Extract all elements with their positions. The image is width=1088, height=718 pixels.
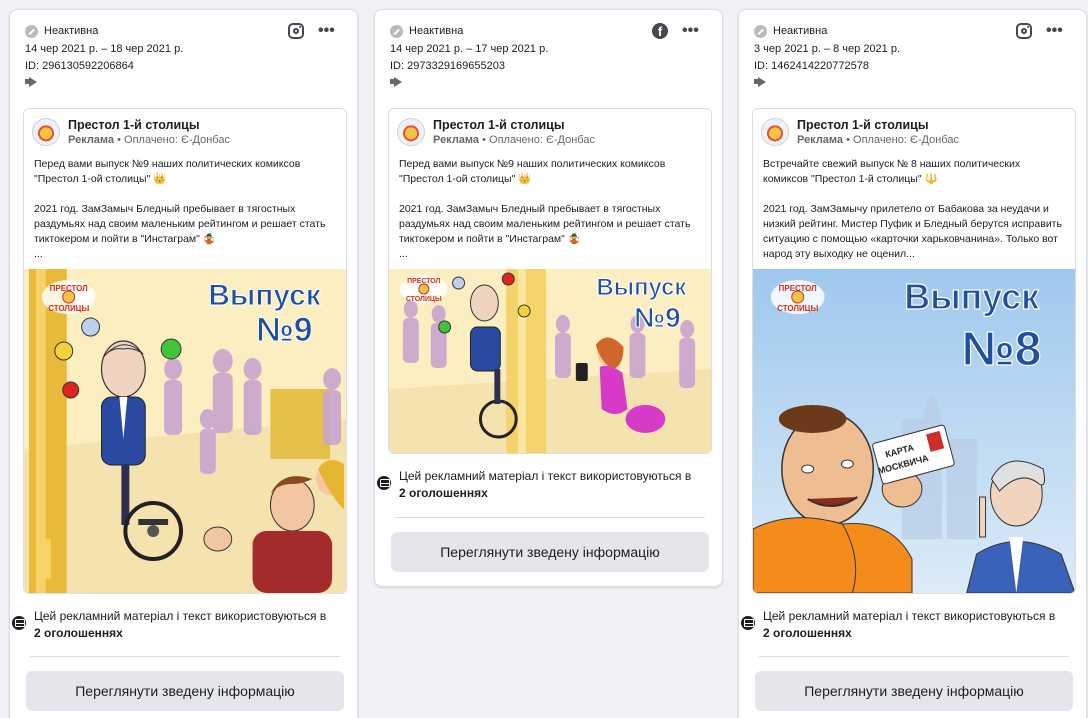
svg-text:СТОЛИЦЫ: СТОЛИЦЫ (406, 296, 442, 303)
sponsored-line: Реклама • Оплачено: Є-Донбас (797, 134, 959, 146)
inactive-icon (25, 24, 38, 38)
paid-by: Оплачено: Є-Донбас (124, 134, 230, 146)
run-dates: 3 чер 2021 р. – 8 чер 2021 р. (754, 43, 901, 55)
inactive-icon (390, 24, 403, 38)
ad-card-2: Неактивна 14 чер 2021 р. – 17 чер 2021 р… (374, 9, 723, 587)
ad-body-paragraph: Перед вами выпуск №9 наших политических … (34, 158, 326, 260)
stack-icon (12, 616, 26, 630)
card-actions: ••• (1016, 23, 1063, 39)
view-summary-button[interactable]: Переглянути зведену інформацію (391, 532, 709, 572)
sponsored-line: Реклама • Оплачено: Є-Донбас (433, 134, 595, 146)
creative-number: №9 (256, 311, 312, 349)
sponsored-label: Реклама (68, 134, 115, 146)
ad-card-3: Неактивна 3 чер 2021 р. – 8 чер 2021 р. … (738, 9, 1087, 718)
instagram-icon (288, 23, 304, 39)
page-name[interactable]: Престол 1-й столицы (797, 118, 959, 133)
creative-number: №9 (634, 302, 680, 333)
used-count[interactable]: 2 оголошеннях (34, 626, 123, 640)
paid-by: Оплачено: Є-Донбас (853, 134, 959, 146)
ad-id: ID: 2973329169655203 (390, 60, 505, 72)
ad-creative-image: ПРЕСТОЛ СТОЛИЦЫ Выпуск №9 (24, 269, 346, 593)
megaphone-icon (390, 77, 404, 87)
view-summary-button[interactable]: Переглянути зведену інформацію (26, 671, 344, 711)
page-name[interactable]: Престол 1-й столицы (68, 118, 230, 133)
page-avatar[interactable] (32, 118, 60, 146)
ad-creative-image: ПРЕСТОЛ СТОЛИЦЫ Выпуск №9 (389, 269, 711, 453)
creative-title: Выпуск (597, 274, 687, 301)
ad-body-paragraph: Перед вами выпуск №9 наших политических … (399, 158, 691, 260)
used-text: Цей рекламний матеріал і текст використо… (399, 469, 692, 483)
ad-id: ID: 1462414220772578 (754, 60, 869, 72)
facebook-icon: f (652, 23, 668, 39)
ad-body-text: Перед вами выпуск №9 наших политических … (24, 153, 346, 261)
used-text: Цей рекламний матеріал і текст використо… (763, 609, 1056, 623)
used-in-ads: Цей рекламний матеріал і текст використо… (741, 608, 1086, 642)
svg-text:СТОЛИЦЫ: СТОЛИЦЫ (48, 304, 89, 313)
page-avatar[interactable] (761, 118, 789, 146)
ad-body-paragraph: Встречайте свежий выпуск № 8 наших полит… (763, 158, 1062, 260)
page-avatar[interactable] (397, 118, 425, 146)
card-actions: f ••• (652, 23, 699, 39)
status-label: Неактивна (44, 25, 99, 37)
sponsored-line: Реклама • Оплачено: Є-Донбас (68, 134, 230, 146)
more-options-icon[interactable]: ••• (1046, 23, 1063, 39)
used-count[interactable]: 2 оголошеннях (763, 626, 852, 640)
status-label: Неактивна (773, 25, 828, 37)
divider (30, 656, 340, 657)
creative-number: №8 (962, 323, 1042, 376)
ad-preview: Престол 1-й столицы Реклама • Оплачено: … (752, 108, 1076, 594)
used-text: Цей рекламний матеріал і текст використо… (34, 609, 327, 623)
creative-logo: ПРЕСТОЛ СТОЛИЦЫ (399, 275, 448, 303)
divider (759, 656, 1069, 657)
creative-logo: ПРЕСТОЛ СТОЛИЦЫ (770, 280, 825, 314)
ad-creative-image: КАРТА МОСКВИЧА ПРЕСТОЛ СТОЛИЦЫ Выпуск №8 (753, 269, 1075, 593)
stack-icon (741, 616, 755, 630)
sponsored-label: Реклама (797, 134, 844, 146)
divider (395, 517, 705, 518)
page-name[interactable]: Престол 1-й столицы (433, 118, 595, 133)
ad-preview: Престол 1-й столицы Реклама • Оплачено: … (23, 108, 347, 594)
instagram-icon (1016, 23, 1032, 39)
ad-body-text: Перед вами выпуск №9 наших политических … (389, 153, 711, 261)
ad-card-1: Неактивна 14 чер 2021 р. – 18 чер 2021 р… (9, 9, 358, 718)
ad-preview: Престол 1-й столицы Реклама • Оплачено: … (388, 108, 712, 454)
stack-icon (377, 476, 391, 490)
more-options-icon[interactable]: ••• (318, 23, 335, 39)
used-count[interactable]: 2 оголошеннях (399, 486, 488, 500)
megaphone-icon (754, 77, 768, 87)
creative-logo: ПРЕСТОЛ СТОЛИЦЫ (41, 280, 96, 314)
view-summary-button[interactable]: Переглянути зведену інформацію (755, 671, 1073, 711)
more-options-icon[interactable]: ••• (682, 23, 699, 39)
sponsored-label: Реклама (433, 134, 480, 146)
status-label: Неактивна (409, 25, 464, 37)
inactive-icon (754, 24, 767, 38)
ad-body-text: Встречайте свежий выпуск № 8 наших полит… (753, 153, 1075, 261)
creative-title: Выпуск (904, 277, 1039, 317)
run-dates: 14 чер 2021 р. – 17 чер 2021 р. (390, 43, 549, 55)
svg-text:СТОЛИЦЫ: СТОЛИЦЫ (777, 304, 818, 313)
card-actions: ••• (288, 23, 335, 39)
megaphone-icon (25, 77, 39, 87)
run-dates: 14 чер 2021 р. – 18 чер 2021 р. (25, 43, 184, 55)
used-in-ads: Цей рекламний матеріал і текст використо… (12, 608, 357, 642)
ad-id: ID: 296130592206864 (25, 60, 134, 72)
paid-by: Оплачено: Є-Донбас (489, 134, 595, 146)
used-in-ads: Цей рекламний матеріал і текст використо… (377, 468, 722, 502)
creative-title: Выпуск (208, 279, 320, 312)
